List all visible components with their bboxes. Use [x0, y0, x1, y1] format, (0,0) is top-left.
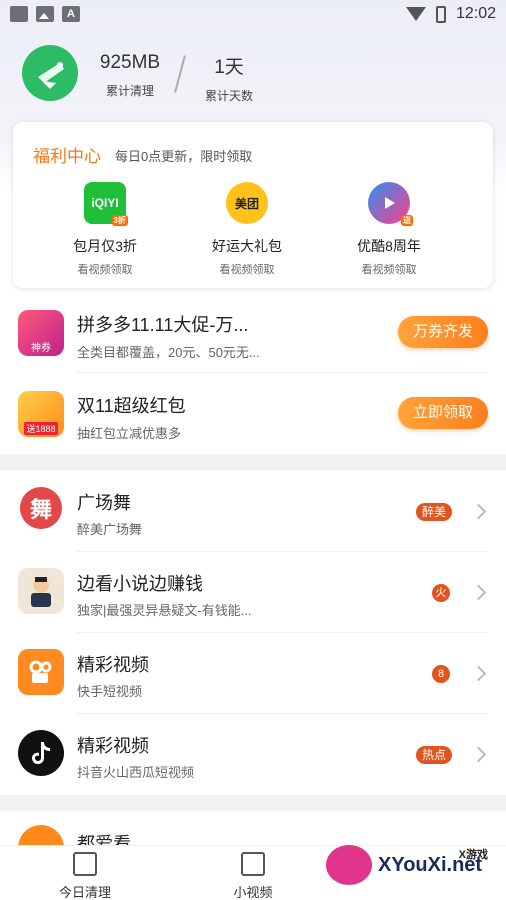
kuaishou-icon: [18, 649, 64, 695]
section-gap: [0, 795, 506, 811]
gallery-icon: [10, 6, 28, 22]
gamepad-logo-icon: [326, 845, 372, 885]
gift-icon: 神券: [18, 310, 64, 356]
days-stat: 1天 累计天数: [198, 52, 260, 104]
notification-a-icon: A: [62, 6, 80, 22]
promo-sub: 全类目都覆盖，20元、50元无...: [77, 345, 260, 360]
promo-row-redpacket[interactable]: 送1888 双11超级红包 抽红包立减优惠多 立即领取: [0, 381, 506, 453]
perk-name: 包月仅3折: [73, 238, 137, 254]
chevron-right-icon: [470, 746, 487, 763]
meituan-logo-text: 美团: [234, 196, 259, 211]
cleaned-value: 925MB: [99, 52, 161, 73]
list-title: 广场舞: [77, 493, 131, 513]
watermark-small: X游戏: [458, 849, 488, 861]
nav-label: 小视频: [233, 885, 273, 900]
gift-icon-label: 神券: [31, 342, 51, 354]
dance-icon: 舞: [20, 487, 62, 529]
youku-icon: 送: [368, 182, 413, 226]
play-icon: [385, 197, 395, 209]
list-sub: 抖音火山西瓜短视频: [77, 765, 195, 780]
list-title: 都爱看: [77, 834, 131, 845]
music-note-icon: [32, 742, 50, 764]
cleaned-stat: 925MB 累计清理: [95, 52, 165, 99]
nav-today-clean[interactable]: 今日清理: [40, 852, 130, 900]
days-value: 1天: [214, 57, 244, 78]
perk-meituan[interactable]: 美团 好运大礼包 看视频领取: [177, 182, 317, 277]
video-icon: [241, 852, 265, 876]
youku-badge: 送: [401, 215, 413, 226]
perk-sub: 看视频领取: [77, 264, 133, 276]
chevron-right-icon: [470, 665, 487, 682]
clean-icon: [73, 852, 97, 876]
list-sub: 独家|最强灵异悬疑文-有钱能...: [77, 603, 252, 618]
redpacket-icon-label: 送1888: [24, 421, 58, 435]
nav-short-video[interactable]: 小视频: [208, 852, 298, 900]
nav-label: 今日清理: [58, 885, 111, 900]
promo-sub: 抽红包立减优惠多: [77, 426, 182, 441]
list-item[interactable]: 精彩视频 快手短视频 8: [0, 632, 506, 713]
chevron-right-icon: [470, 503, 487, 520]
iqiyi-logo-text: iQIYI: [91, 196, 119, 210]
count-badge: 8: [432, 665, 450, 683]
avatar[interactable]: [22, 45, 78, 101]
novel-reader-icon: [18, 568, 64, 614]
iqiyi-icon: iQIYI 3折: [84, 182, 128, 226]
list-title: 精彩视频: [77, 736, 149, 756]
reader-avatar-icon: [31, 577, 51, 607]
status-time: 12:02: [455, 5, 496, 22]
promo-title: 双11超级红包: [77, 396, 186, 416]
perk-sub: 看视频领取: [361, 264, 417, 276]
perk-name: 好运大礼包: [212, 238, 282, 254]
perk-sub: 看视频领取: [219, 264, 275, 276]
list-sub: 快手短视频: [77, 684, 143, 699]
list-title: 边看小说边赚钱: [77, 574, 203, 594]
douyin-icon: [18, 730, 64, 776]
section-gap: [0, 454, 506, 470]
days-label: 累计天数: [204, 89, 253, 103]
camera-icon: [29, 660, 52, 683]
chevron-right-icon: [470, 584, 487, 601]
watch-app-icon: [18, 825, 64, 845]
list-item[interactable]: 精彩视频 抖音火山西瓜短视频 热点: [0, 713, 506, 794]
welfare-subtitle: 每日0点更新，限时领取: [115, 149, 253, 164]
broom-icon: [38, 62, 64, 89]
hot-badge: 火: [432, 584, 450, 602]
list-item[interactable]: 舞 广场舞 醉美广场舞 醉美: [0, 470, 506, 551]
welfare-title: 福利中心: [33, 147, 101, 166]
list-item[interactable]: 边看小说边赚钱 独家|最强灵异悬疑文-有钱能... 火: [0, 551, 506, 632]
perk-iqiyi[interactable]: iQIYI 3折 包月仅3折 看视频领取: [35, 182, 175, 277]
status-bar: A 12:02: [0, 0, 506, 28]
welfare-card: 福利中心 每日0点更新，限时领取 iQIYI 3折 包月仅3折 看视频领取 美团…: [13, 122, 493, 288]
status-badge: 热点: [415, 746, 452, 764]
promo-title: 拼多多11.11大促-万...: [77, 315, 249, 335]
divider: [77, 372, 488, 373]
perk-name: 优酷8周年: [357, 238, 421, 254]
list-title: 精彩视频: [77, 655, 149, 675]
watermark: XYouXi.net X游戏: [326, 840, 496, 890]
wifi-icon: [405, 7, 426, 21]
list-sub: 醉美广场舞: [77, 522, 143, 537]
battery-icon: [435, 5, 446, 23]
claim-coupons-button[interactable]: 万券齐发: [398, 316, 488, 348]
cleaned-label: 累计清理: [105, 84, 154, 98]
redpacket-icon: 送1888: [18, 391, 64, 437]
claim-now-button[interactable]: 立即领取: [398, 397, 488, 429]
meituan-icon: 美团: [226, 182, 268, 224]
dance-icon-glyph: 舞: [29, 497, 52, 522]
promo-row-pinduoduo[interactable]: 神券 拼多多11.11大促-万... 全类目都覆盖，20元、50元无... 万券…: [0, 300, 506, 372]
iqiyi-badge: 3折: [111, 215, 128, 226]
image-icon: [36, 6, 54, 22]
perk-youku[interactable]: 送 优酷8周年 看视频领取: [319, 182, 459, 277]
status-badge: 醉美: [415, 503, 452, 521]
